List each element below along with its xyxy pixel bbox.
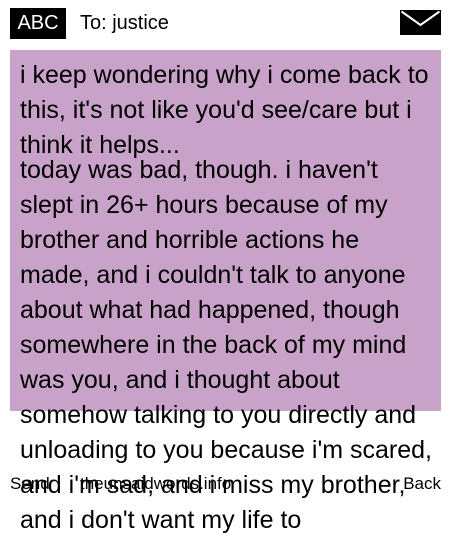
- softkey-bar: Send theunsaidwords.info Back: [0, 470, 450, 500]
- back-softkey[interactable]: Back: [403, 470, 441, 498]
- input-mode-badge[interactable]: ABC: [10, 8, 66, 39]
- recipient-label: To: justice: [80, 12, 169, 34]
- site-label: theunsaidwords.info: [80, 474, 232, 493]
- send-softkey[interactable]: Send: [10, 470, 50, 498]
- header-bar: ABC To: justice: [0, 0, 450, 46]
- message-body[interactable]: i keep wondering why i come back to this…: [20, 58, 432, 538]
- envelope-icon[interactable]: [400, 10, 441, 35]
- message-paragraph: i keep wondering why i come back to this…: [20, 61, 429, 159]
